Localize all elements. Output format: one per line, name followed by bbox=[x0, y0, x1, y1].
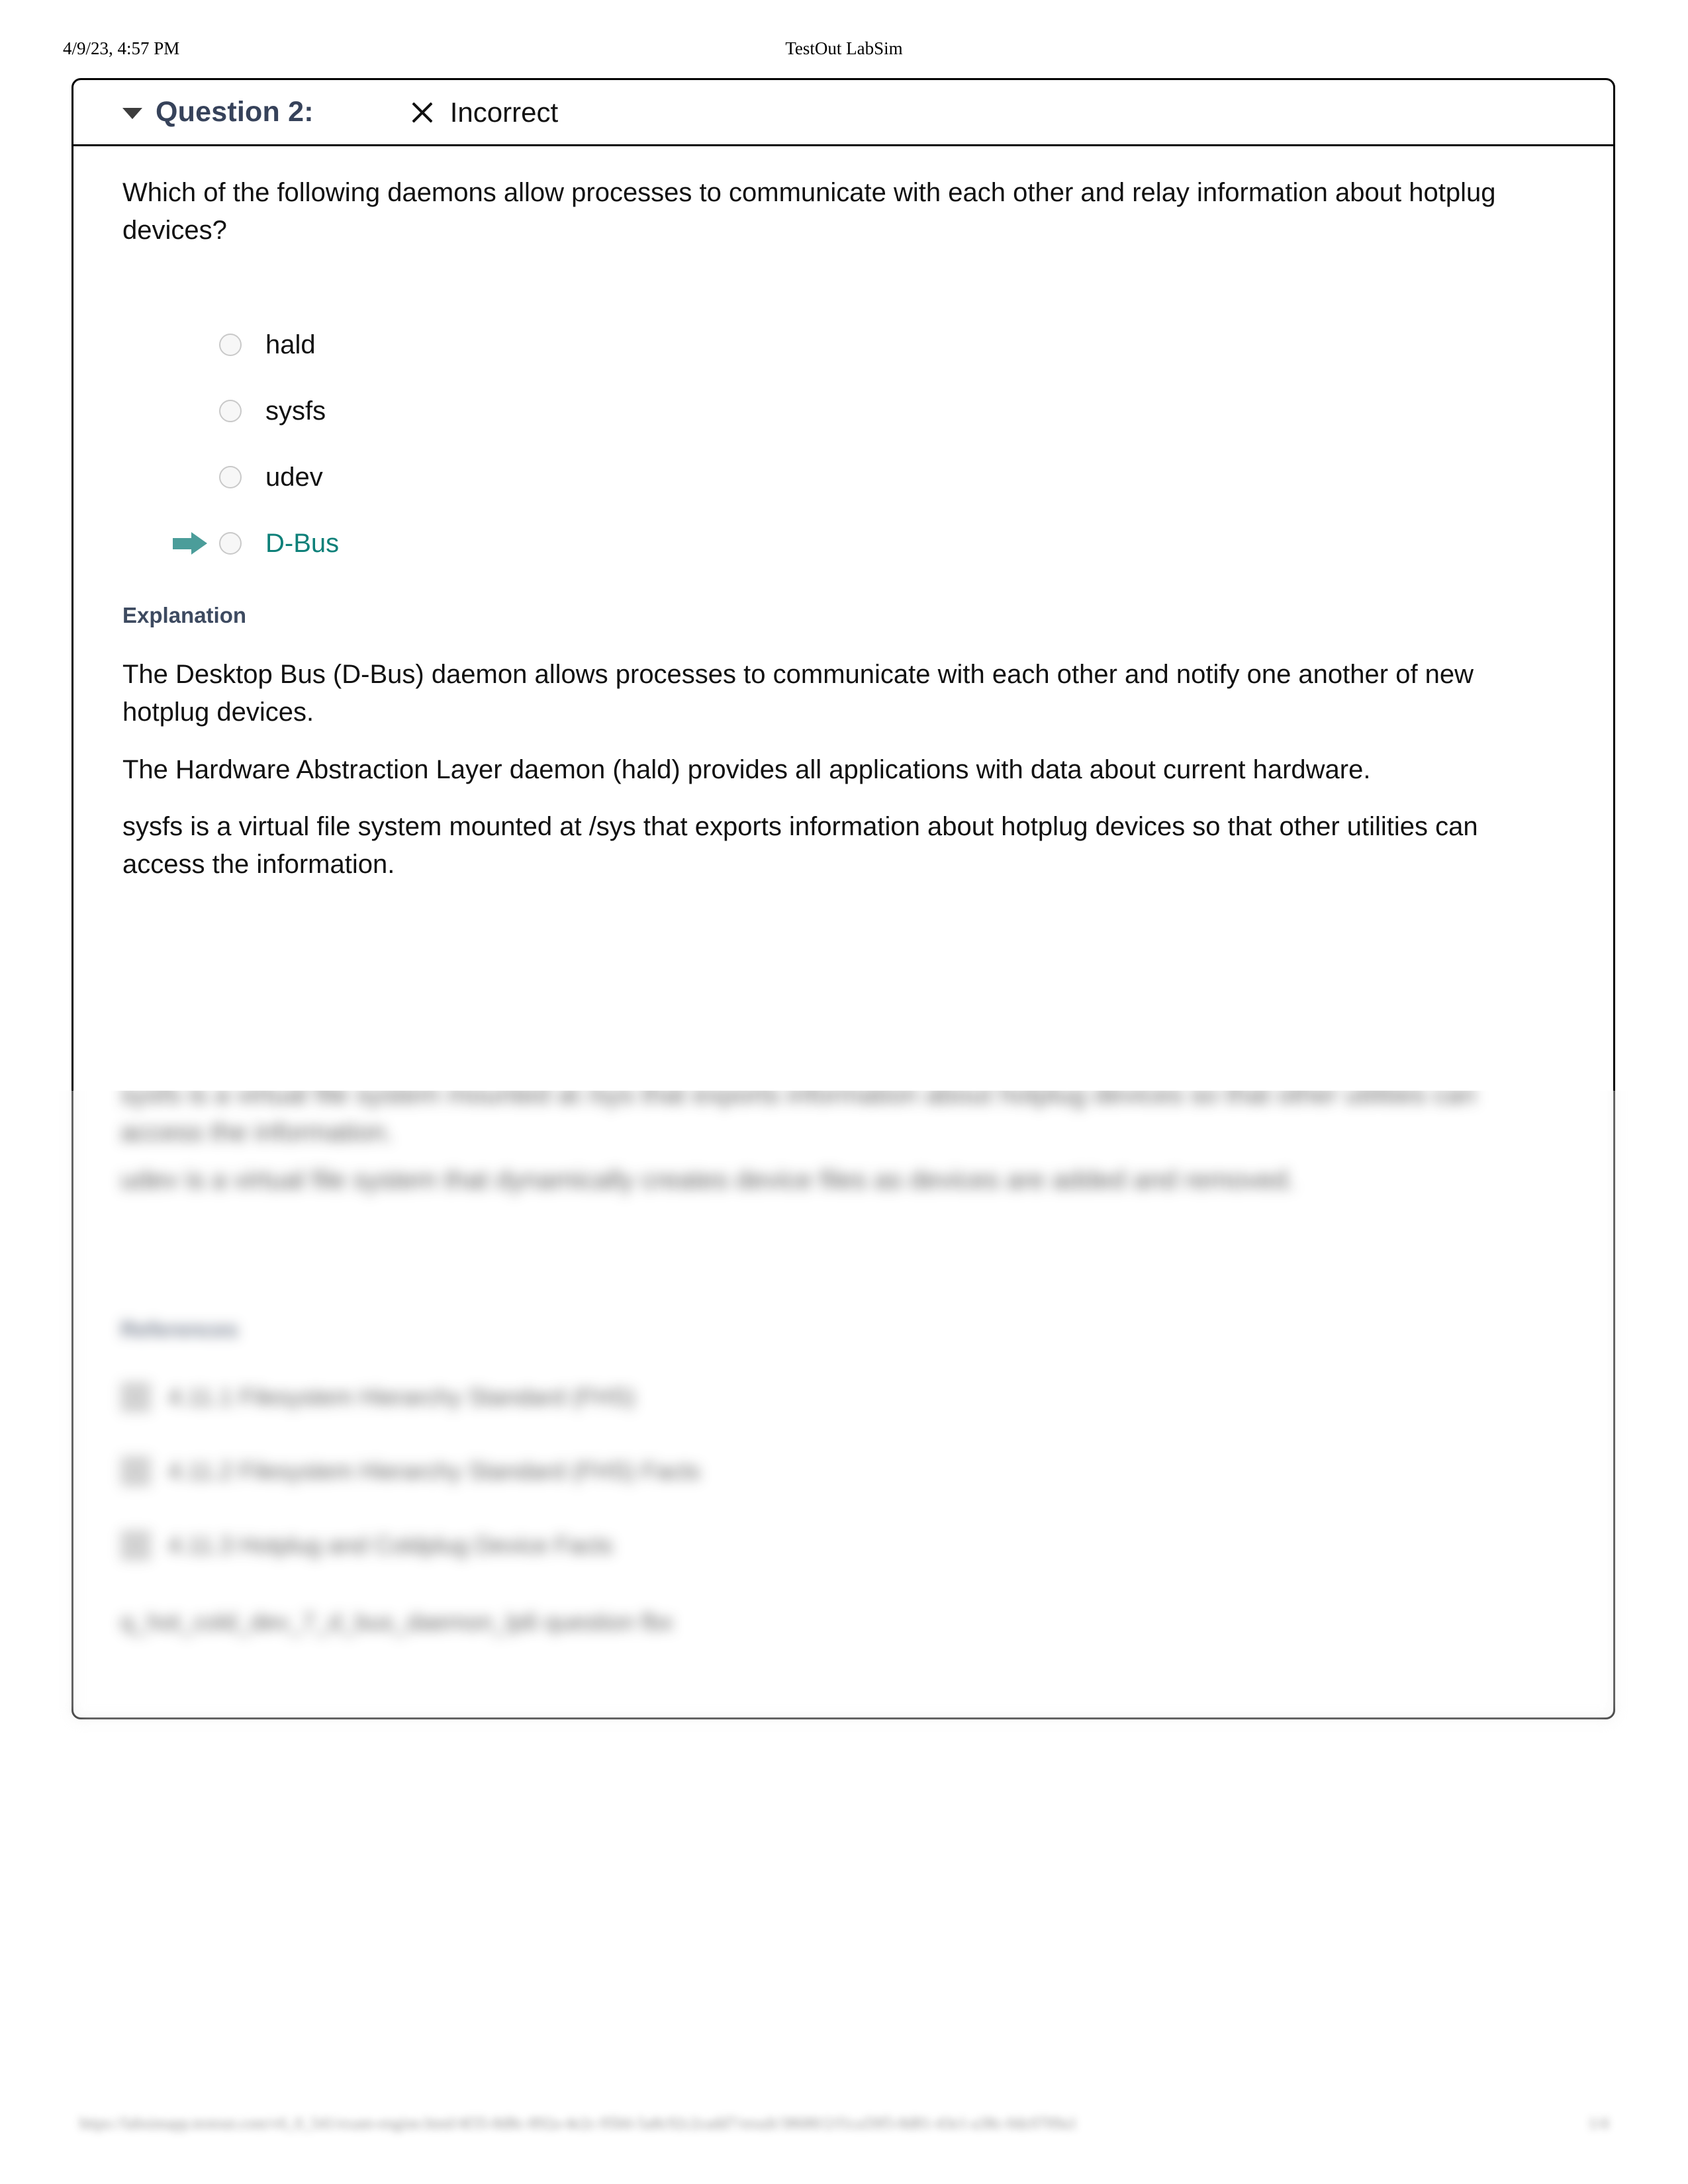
option-label: D-Bus bbox=[265, 528, 340, 558]
radio-option-dbus[interactable] bbox=[219, 532, 242, 555]
explanation-section: Explanation The Desktop Bus (D-Bus) daem… bbox=[122, 603, 1519, 903]
answer-options: hald sysfs udev D-Bus bbox=[73, 312, 1613, 576]
question-text: Which of the following daemons allow pro… bbox=[122, 178, 1496, 245]
print-title: TestOut LabSim bbox=[785, 38, 903, 58]
radio-option-hald[interactable] bbox=[219, 334, 242, 356]
option-label: udev bbox=[265, 462, 323, 492]
explanation-paragraph: The Hardware Abstraction Layer daemon (h… bbox=[122, 754, 1371, 784]
question-label: Question 2: bbox=[156, 96, 314, 128]
print-footer-page: 1/4 bbox=[1588, 2115, 1609, 2132]
question-status: Incorrect bbox=[408, 97, 558, 128]
option-row[interactable]: D-Bus bbox=[73, 510, 1613, 576]
radio-option-sysfs[interactable] bbox=[219, 400, 242, 422]
correct-marker-slot bbox=[153, 532, 215, 555]
option-row[interactable]: sysfs bbox=[73, 378, 1613, 444]
arrow-right-icon bbox=[173, 532, 209, 555]
option-row[interactable]: hald bbox=[73, 312, 1613, 378]
explanation-heading: Explanation bbox=[122, 603, 247, 627]
triangle-down-icon[interactable] bbox=[122, 108, 142, 119]
explanation-paragraph: sysfs is a virtual file system mounted a… bbox=[122, 812, 1478, 880]
question-card: Question 2: Incorrect Which of the follo… bbox=[71, 78, 1615, 1719]
explanation-paragraph: The Desktop Bus (D-Bus) daemon allows pr… bbox=[122, 660, 1474, 727]
option-row[interactable]: udev bbox=[73, 444, 1613, 510]
question-header[interactable]: Question 2: Incorrect bbox=[73, 80, 1613, 146]
option-label: hald bbox=[265, 330, 316, 359]
radio-option-udev[interactable] bbox=[219, 466, 242, 488]
x-mark-icon bbox=[408, 98, 437, 127]
print-header: 4/9/23, 4:57 PM TestOut LabSim bbox=[0, 38, 1688, 65]
status-text: Incorrect bbox=[449, 96, 559, 128]
print-footer-url: https://labsimapp.testout.com/v6_0_541/e… bbox=[79, 2115, 1077, 2132]
option-label: sysfs bbox=[265, 396, 326, 426]
print-footer: https://labsimapp.testout.com/v6_0_541/e… bbox=[0, 2115, 1688, 2155]
